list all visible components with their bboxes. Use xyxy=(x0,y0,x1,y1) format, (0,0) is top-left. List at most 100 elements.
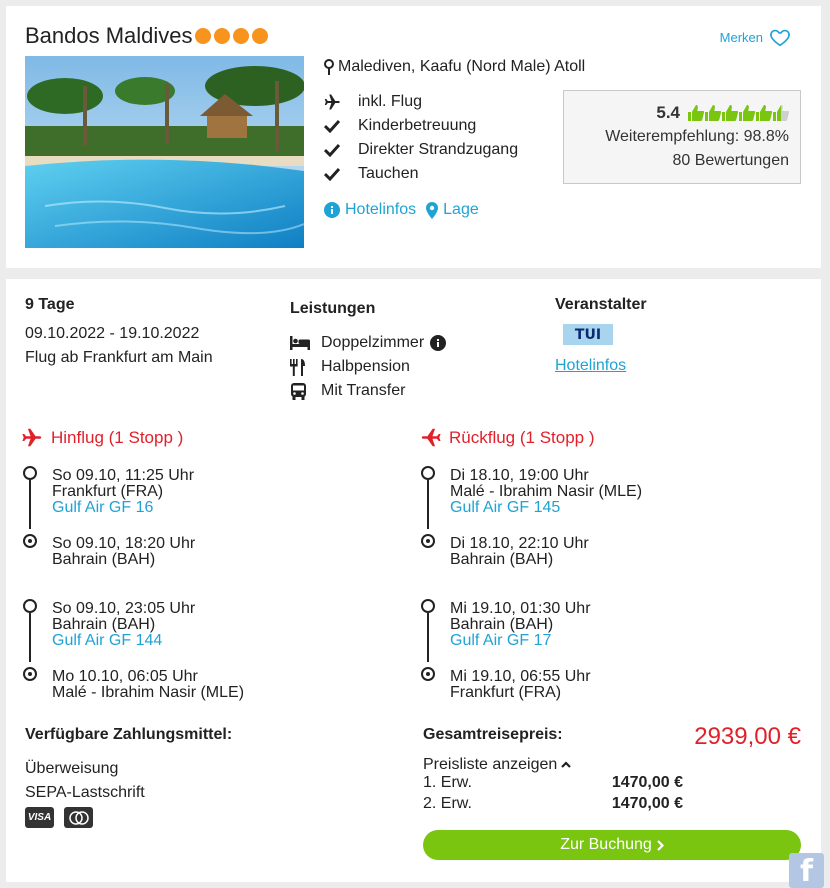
leg-arrival: Di 18.10, 22:10 Uhr Bahrain (BAH) xyxy=(450,535,589,568)
leg-departure: So 09.10, 11:25 Uhr Frankfurt (FRA) Gulf… xyxy=(52,467,195,516)
total-price: 2939,00 € xyxy=(694,723,801,750)
feature-item: Direkter Strandzugang xyxy=(324,138,518,162)
leg-line xyxy=(29,613,31,662)
airline-flight: Gulf Air GF 17 xyxy=(450,632,552,649)
check-icon xyxy=(324,119,340,133)
leg-arrival: Mi 19.10, 06:55 Uhr Frankfurt (FRA) xyxy=(450,668,591,701)
leg-line xyxy=(29,480,31,529)
services-list: Doppelzimmer Halbpension Mit Transfer xyxy=(290,331,447,403)
traveler-label: 2. Erw. xyxy=(423,795,472,812)
operator-hotelinfos-link[interactable]: Hotelinfos xyxy=(555,357,626,375)
service-item: Mit Transfer xyxy=(290,379,446,403)
feature-label: inkl. Flug xyxy=(358,93,423,110)
feature-item: inkl. Flug xyxy=(324,90,518,114)
feature-label: Tauchen xyxy=(358,165,419,182)
feature-label: Kinderbetreuung xyxy=(358,117,477,134)
traveler-price: 1470,00 € xyxy=(611,795,683,812)
leg-arrival: So 09.10, 18:20 Uhr Bahrain (BAH) xyxy=(52,535,196,568)
save-button[interactable]: Merken xyxy=(720,26,791,48)
plane-icon xyxy=(324,94,340,110)
feature-item: Kinderbetreuung xyxy=(324,114,518,138)
services-title: Leistungen xyxy=(290,300,376,317)
arrival-node xyxy=(23,667,37,681)
price-row: 1. Erw. 1470,00 € xyxy=(423,774,683,792)
departure-node xyxy=(23,599,37,613)
trip-duration: 9 Tage xyxy=(25,296,75,313)
leg-line xyxy=(427,480,429,529)
service-item: Halbpension xyxy=(290,355,446,379)
traveler-label: 1. Erw. xyxy=(423,774,472,791)
service-label: Doppelzimmer xyxy=(321,334,425,351)
arrival-node xyxy=(23,534,37,548)
return-header: Rückflug (1 Stopp ) xyxy=(420,427,595,448)
info-icon[interactable] xyxy=(430,335,447,351)
leg-departure: Di 18.10, 19:00 Uhr Malé - Ibrahim Nasir… xyxy=(450,467,643,516)
chevron-up-icon xyxy=(561,761,572,768)
star-rating xyxy=(195,28,268,44)
price-list-toggle[interactable]: Preisliste anzeigen xyxy=(423,756,572,774)
operator-title: Veranstalter xyxy=(555,296,647,313)
departure-node xyxy=(421,466,435,480)
departure-node xyxy=(421,599,435,613)
star-icon xyxy=(214,28,230,44)
traveler-price: 1470,00 € xyxy=(611,774,683,791)
info-icon xyxy=(324,202,340,218)
airline-flight: Gulf Air GF 145 xyxy=(450,499,561,516)
rating-box[interactable]: 5.4 Weiterempfehlung: 98.8% 80 Bewertung… xyxy=(563,90,801,184)
hotelinfos-link[interactable]: Hotelinfos xyxy=(324,201,416,219)
rating-score: 5.4 xyxy=(656,103,680,122)
leg-departure: So 09.10, 23:05 Uhr Bahrain (BAH) Gulf A… xyxy=(52,600,196,649)
arrival-node xyxy=(421,534,435,548)
map-marker-icon xyxy=(426,201,439,219)
recommendation-rate: Weiterempfehlung: 98.8% xyxy=(605,128,789,145)
thumb-up-icon xyxy=(739,105,755,121)
service-label: Halbpension xyxy=(321,358,410,375)
payment-title: Verfügbare Zahlungsmittel: xyxy=(25,726,233,743)
leg-arrival: Mo 10.10, 06:05 Uhr Malé - Ibrahim Nasir… xyxy=(52,668,245,701)
card-logos: VISA xyxy=(25,807,93,828)
hotel-photo[interactable] xyxy=(25,56,304,248)
thumb-up-icon xyxy=(688,105,704,121)
outbound-title: Hinflug (1 Stopp ) xyxy=(51,427,184,447)
plane-icon xyxy=(421,428,441,447)
heart-icon xyxy=(770,29,790,47)
arrival-node xyxy=(421,667,435,681)
bus-icon xyxy=(291,382,306,400)
hotel-links: Hotelinfos Lage xyxy=(324,201,479,219)
airline-flight: Gulf Air GF 16 xyxy=(52,499,154,516)
thumbs-rating xyxy=(688,105,789,121)
total-price-label: Gesamtreisepreis: xyxy=(423,726,563,743)
visa-icon: VISA xyxy=(25,807,54,828)
book-button[interactable]: Zur Buchung xyxy=(423,830,801,860)
chevron-right-icon xyxy=(657,839,664,851)
location: Malediven, Kaafu (Nord Male) Atoll xyxy=(324,58,585,76)
location-text: Malediven, Kaafu (Nord Male) Atoll xyxy=(338,58,586,75)
bed-icon xyxy=(290,336,310,350)
check-icon xyxy=(324,143,340,157)
map-pin-icon xyxy=(324,59,334,75)
payment-method: SEPA-Lastschrift xyxy=(25,784,145,801)
airline-flight: Gulf Air GF 144 xyxy=(52,632,163,649)
facebook-icon[interactable]: f xyxy=(789,853,824,888)
return-title: Rückflug (1 Stopp ) xyxy=(449,427,595,447)
departure-node xyxy=(23,466,37,480)
service-item: Doppelzimmer xyxy=(290,331,447,355)
service-label: Mit Transfer xyxy=(321,382,406,399)
feature-list: inkl. Flug Kinderbetreuung Direkter Stra… xyxy=(324,90,518,186)
thumb-up-icon xyxy=(773,105,789,121)
tui-logo: TUI xyxy=(563,324,613,345)
feature-label: Direkter Strandzugang xyxy=(358,141,519,158)
price-row: 2. Erw. 1470,00 € xyxy=(423,795,683,813)
cutlery-icon xyxy=(290,358,305,376)
payment-method: Überweisung xyxy=(25,760,119,777)
save-label: Merken xyxy=(719,29,763,45)
departure-airport: Flug ab Frankfurt am Main xyxy=(25,349,213,366)
leg-line xyxy=(427,613,429,662)
thumb-up-icon xyxy=(722,105,738,121)
star-icon xyxy=(233,28,249,44)
hotel-name[interactable]: Bandos Maldives xyxy=(25,23,193,49)
lage-link[interactable]: Lage xyxy=(426,201,479,219)
mastercard-icon xyxy=(64,807,93,828)
star-icon xyxy=(195,28,211,44)
trip-dates: 09.10.2022 - 19.10.2022 xyxy=(25,325,200,342)
